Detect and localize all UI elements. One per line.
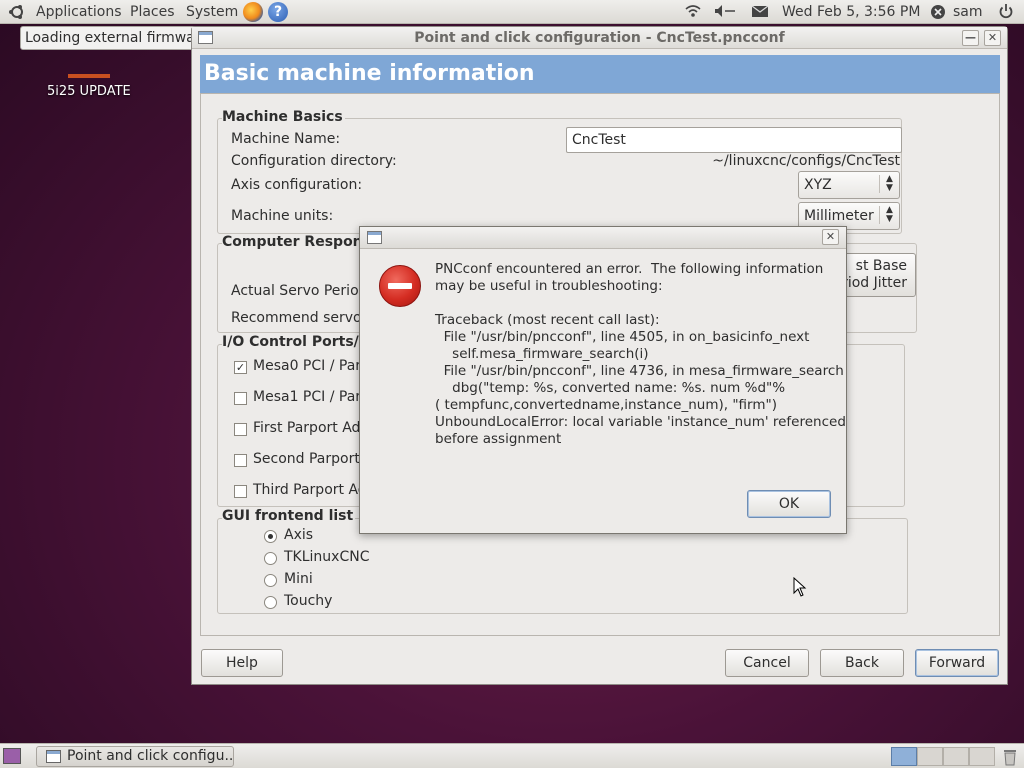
mesa1-label: Mesa1 PCI / Parp xyxy=(253,389,370,405)
axis-config-value: XYZ xyxy=(804,177,832,193)
first-parport-checkbox[interactable] xyxy=(234,423,247,436)
workspace-1[interactable] xyxy=(891,747,917,766)
workspace-2[interactable] xyxy=(917,747,943,766)
touchy-radio-label: Touchy xyxy=(284,593,333,609)
bottom-panel: Point and click configu... xyxy=(0,743,1024,768)
taskbar-window-label: Point and click configu... xyxy=(67,748,234,764)
window-menu-icon[interactable] xyxy=(198,31,213,44)
combo-arrows-icon: ▲ ▼ xyxy=(879,206,899,224)
datetime[interactable]: Wed Feb 5, 3:56 PM xyxy=(782,3,920,21)
minimize-button[interactable]: — xyxy=(962,30,979,46)
mesa0-label: Mesa0 PCI / Parp xyxy=(253,358,370,374)
workspace-3[interactable] xyxy=(943,747,969,766)
top-panel: Applications Places System ? Wed Feb 5, … xyxy=(0,0,1024,24)
jitter-button-line1: st Base xyxy=(855,258,907,274)
error-icon xyxy=(379,265,421,307)
machine-basics-title: Machine Basics xyxy=(222,109,345,125)
menu-applications[interactable]: Applications xyxy=(36,3,122,21)
io-ports-title: I/O Control Ports/ I xyxy=(222,334,371,350)
axis-config-label: Axis configuration: xyxy=(231,177,363,193)
mini-radio[interactable] xyxy=(264,574,277,587)
desktop-folder-icon[interactable] xyxy=(68,74,110,78)
workspace-4[interactable] xyxy=(969,747,995,766)
taskbar-window-button[interactable]: Point and click configu... xyxy=(36,746,234,767)
first-parport-label: First Parport Add xyxy=(253,420,370,436)
help-button[interactable]: Help xyxy=(201,649,283,677)
mesa1-checkbox[interactable] xyxy=(234,392,247,405)
firmware-notification: Loading external firmware xyxy=(20,26,200,50)
trash-icon[interactable] xyxy=(1002,747,1018,766)
dialog-menu-icon[interactable] xyxy=(367,231,382,244)
menu-system[interactable]: System xyxy=(186,3,238,21)
machine-units-value: Millimeter xyxy=(804,208,874,224)
volume-muted-icon[interactable] xyxy=(713,3,737,21)
axis-radio[interactable] xyxy=(264,530,277,543)
help-icon[interactable]: ? xyxy=(268,2,288,22)
jitter-button-line2: riod Jitter xyxy=(842,275,907,291)
axis-radio-label: Axis xyxy=(284,527,314,543)
wifi-icon[interactable] xyxy=(684,3,702,21)
error-dialog: ✕ PNCconf encountered an error. The foll… xyxy=(359,226,847,534)
third-parport-label: Third Parport Add xyxy=(253,482,376,498)
cancel-button[interactable]: Cancel xyxy=(725,649,809,677)
firefox-icon[interactable] xyxy=(243,2,263,22)
mail-icon[interactable] xyxy=(751,3,769,21)
username[interactable]: sam xyxy=(953,3,983,21)
ubuntu-logo-icon[interactable] xyxy=(8,4,26,20)
mouse-cursor-icon xyxy=(793,576,807,597)
mini-radio-label: Mini xyxy=(284,571,313,587)
servo-period-label: Actual Servo Period: xyxy=(231,283,373,299)
machine-name-input[interactable]: CncTest xyxy=(566,127,902,153)
desktop-icon-label[interactable]: 5i25 UPDATE xyxy=(47,84,131,99)
touchy-radio[interactable] xyxy=(264,596,277,609)
power-icon[interactable] xyxy=(998,3,1014,21)
show-desktop-icon[interactable] xyxy=(3,748,21,764)
recommend-servo-label: Recommend servo p xyxy=(231,310,375,326)
window-title: Point and click configuration - CncTest.… xyxy=(414,30,785,46)
ok-button[interactable]: OK xyxy=(747,490,831,518)
computer-response-title: Computer Respons xyxy=(222,234,373,250)
axis-config-select[interactable]: XYZ ▲ ▼ xyxy=(798,171,900,199)
close-window-button[interactable]: ✕ xyxy=(984,30,1001,46)
error-message: PNCconf encountered an error. The follow… xyxy=(435,261,846,447)
second-parport-label: Second Parport A xyxy=(253,451,374,467)
menu-places[interactable]: Places xyxy=(130,3,175,21)
forward-button[interactable]: Forward xyxy=(915,649,999,677)
machine-units-label: Machine units: xyxy=(231,208,334,224)
dialog-close-button[interactable]: ✕ xyxy=(822,229,839,245)
config-dir-label: Configuration directory: xyxy=(231,153,397,169)
second-parport-checkbox[interactable] xyxy=(234,454,247,467)
page-banner: Basic machine information xyxy=(200,55,1000,93)
tklinuxcnc-radio[interactable] xyxy=(264,552,277,565)
third-parport-checkbox[interactable] xyxy=(234,485,247,498)
dialog-titlebar[interactable]: ✕ xyxy=(360,227,846,249)
combo-arrows-icon: ▲ ▼ xyxy=(879,175,899,193)
window-titlebar[interactable]: Point and click configuration - CncTest.… xyxy=(192,27,1007,49)
user-status-icon[interactable] xyxy=(930,3,946,21)
machine-name-label: Machine Name: xyxy=(231,131,341,147)
mesa0-checkbox[interactable]: ✓ xyxy=(234,361,247,374)
window-icon xyxy=(46,750,61,763)
config-dir-value: ~/linuxcnc/configs/CncTest xyxy=(712,153,900,169)
tklinuxcnc-radio-label: TKLinuxCNC xyxy=(284,549,370,565)
back-button[interactable]: Back xyxy=(820,649,904,677)
gui-frontend-title: GUI frontend list xyxy=(222,508,356,524)
